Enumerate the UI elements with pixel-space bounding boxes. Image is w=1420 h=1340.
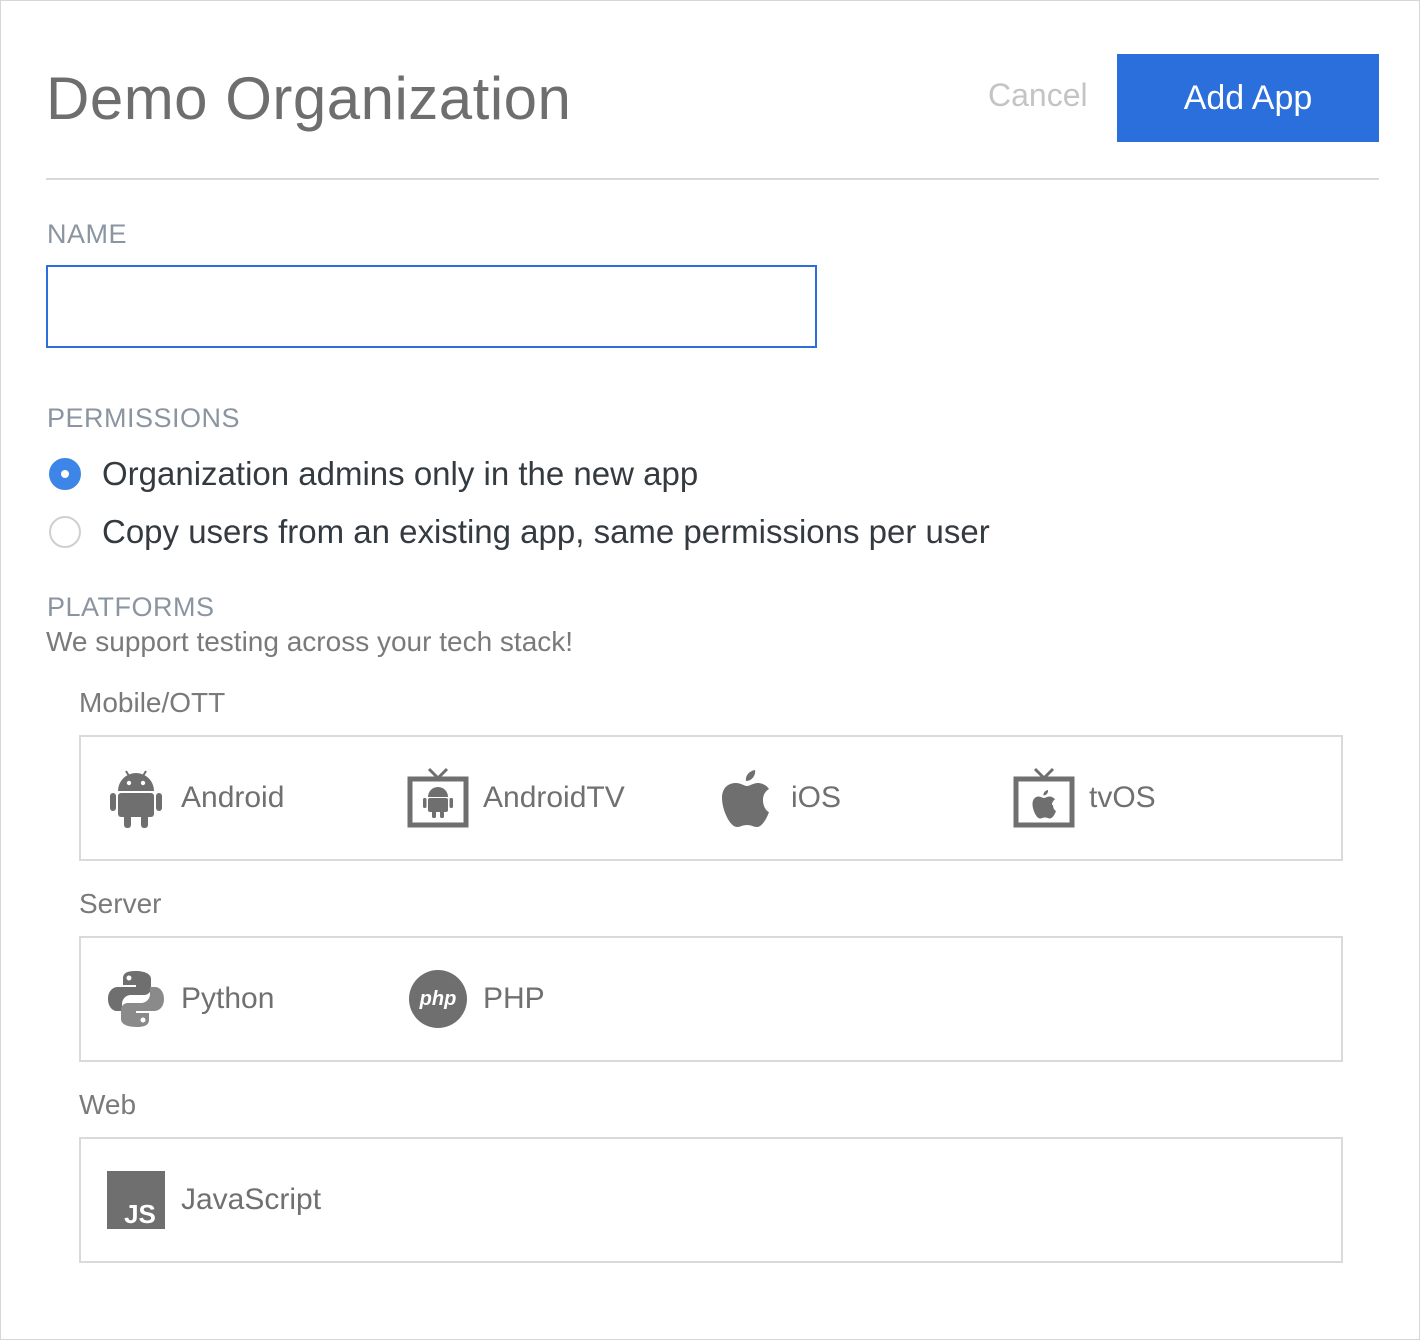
platform-label: PHP (483, 982, 545, 1015)
svg-text:php: php (419, 988, 457, 1010)
platform-group-server: Python php PHP (79, 936, 1343, 1062)
radio-checked-icon[interactable] (49, 458, 81, 490)
platform-android-tv[interactable]: AndroidTV (407, 737, 625, 859)
svg-text:JS: JS (124, 1199, 156, 1229)
android-icon (105, 767, 167, 829)
platform-android[interactable]: Android (105, 737, 284, 859)
apple-icon (715, 767, 777, 829)
permission-option-copy-users[interactable]: Copy users from an existing app, same pe… (49, 513, 990, 551)
platform-label: Python (181, 982, 275, 1015)
platform-label: Android (181, 781, 285, 814)
permission-option-admins-only[interactable]: Organization admins only in the new app (49, 455, 698, 493)
php-icon: php (407, 968, 469, 1030)
radio-unchecked-icon[interactable] (49, 516, 81, 548)
group-label-server: Server (79, 888, 162, 919)
platform-tvos[interactable]: tvOS (1013, 737, 1156, 859)
android-tv-icon (407, 767, 469, 829)
javascript-icon: JS (105, 1169, 167, 1231)
platform-label: tvOS (1089, 781, 1156, 814)
cancel-button[interactable]: Cancel (988, 77, 1088, 114)
name-label: NAME (47, 219, 128, 249)
platform-group-mobile-ott: Android AndroidTV iOS tvOS (79, 735, 1343, 861)
platform-python[interactable]: Python (105, 938, 274, 1060)
name-input[interactable] (46, 265, 817, 348)
page-title: Demo Organization (46, 65, 572, 132)
header: Demo Organization Cancel Add App (46, 51, 1379, 143)
platform-group-web: JS JavaScript (79, 1137, 1343, 1263)
permissions-label: PERMISSIONS (47, 403, 241, 433)
apple-tv-icon (1013, 767, 1075, 829)
python-icon (105, 968, 167, 1030)
group-label-web: Web (79, 1089, 137, 1120)
platform-javascript[interactable]: JS JavaScript (105, 1139, 321, 1261)
header-divider (46, 178, 1379, 180)
dialog: Demo Organization Cancel Add App NAME PE… (0, 0, 1420, 1340)
group-label-mobile-ott: Mobile/OTT (79, 687, 226, 718)
platform-label: AndroidTV (483, 781, 625, 814)
platform-label: JavaScript (181, 1183, 322, 1216)
platforms-subtext: We support testing across your tech stac… (46, 626, 574, 657)
add-app-button[interactable]: Add App (1117, 54, 1379, 142)
platforms-label: PLATFORMS (47, 592, 215, 622)
platform-php[interactable]: php PHP (407, 938, 545, 1060)
platform-label: iOS (791, 781, 842, 814)
permission-option-label: Organization admins only in the new app (102, 455, 699, 492)
permission-option-label: Copy users from an existing app, same pe… (102, 513, 990, 550)
platform-ios[interactable]: iOS (715, 737, 841, 859)
